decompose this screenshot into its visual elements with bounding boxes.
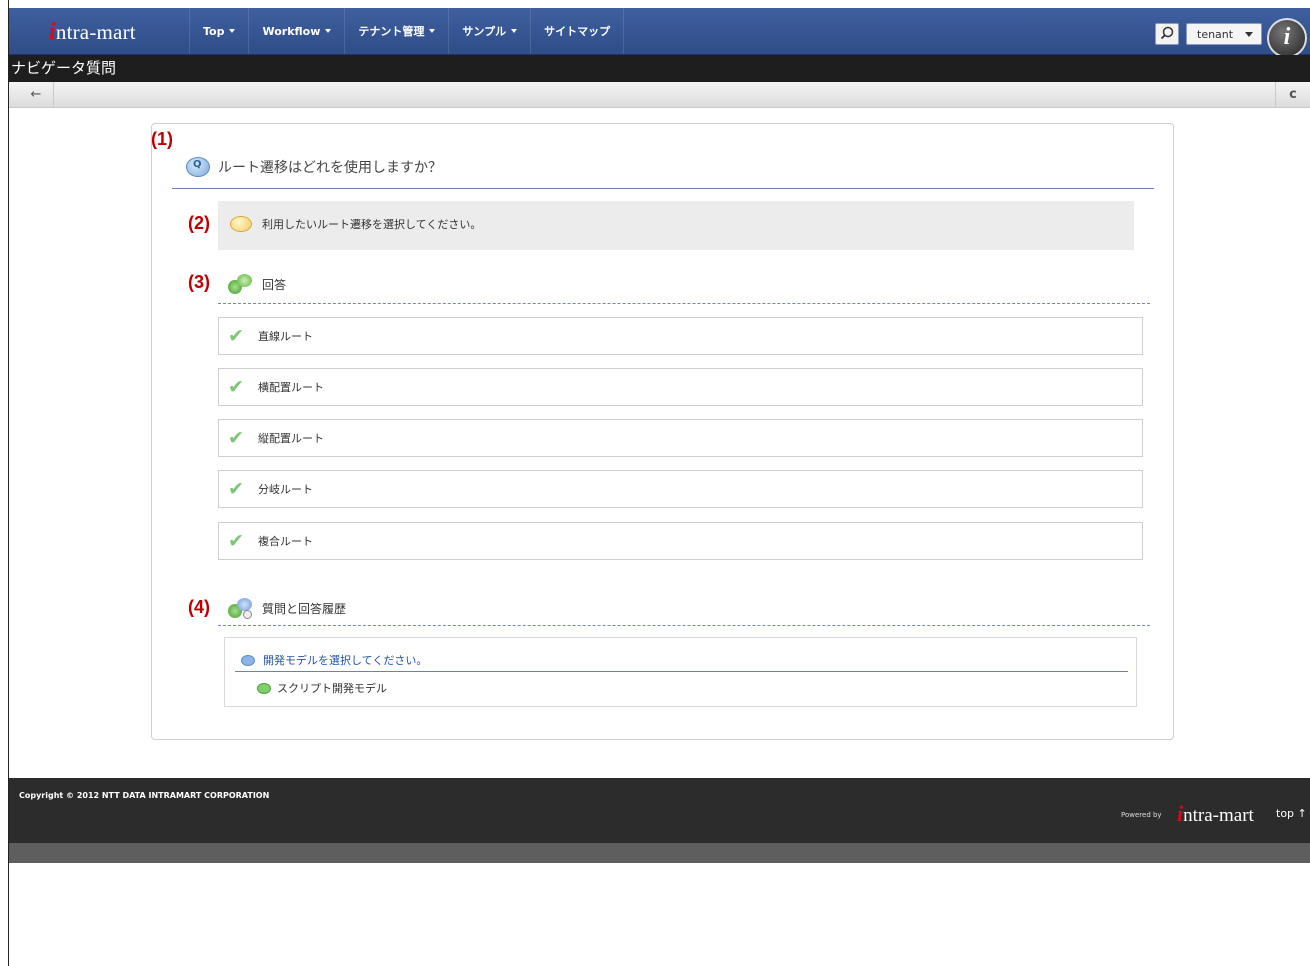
check-icon: ✔ (228, 427, 244, 449)
history-title: 質問と回答履歴 (262, 601, 347, 616)
copyright-text: Copyright © 2012 NTT DATA INTRAMART CORP… (19, 791, 270, 800)
logo-text: ntra-mart (55, 20, 136, 44)
history-question[interactable]: 開発モデルを選択してください。 (241, 652, 427, 668)
page-title-bar: ナビゲータ質問 (9, 55, 1310, 82)
tenant-select[interactable]: tenant (1186, 23, 1262, 45)
menu-tenant-admin[interactable]: テナント管理 (344, 8, 448, 54)
question-bubble-icon (186, 157, 210, 177)
history-question-text: 開発モデルを選択してください。 (263, 654, 428, 667)
top-navbar: intra-mart Top Workflow テナント管理 サンプル サイトマ… (9, 8, 1310, 58)
history-header: 質問と回答履歴 (228, 596, 346, 620)
menu-top[interactable]: Top (189, 8, 248, 54)
annotation-marker-1: (1) (151, 129, 173, 149)
check-icon: ✔ (228, 376, 244, 398)
hint-row: 利用したいルート遷移を選択してください。 (230, 216, 481, 232)
hint-bubble-icon (230, 216, 252, 232)
caret-down-icon (229, 29, 236, 33)
menu-workflow[interactable]: Workflow (248, 8, 344, 54)
answer-option[interactable]: ✔ 横配置ルート (218, 368, 1143, 406)
caret-down-icon (429, 29, 436, 33)
question-divider (172, 188, 1154, 189)
main-menu: Top Workflow テナント管理 サンプル サイトマップ (189, 8, 625, 54)
reload-button[interactable]: c (1275, 82, 1310, 108)
question-mini-icon (241, 654, 255, 666)
subfooter-bar (9, 843, 1310, 863)
menu-tenant-admin-label: テナント管理 (358, 25, 425, 38)
chevron-down-icon (1245, 32, 1253, 37)
check-icon: ✔ (228, 478, 244, 500)
answer-mini-icon (257, 682, 271, 694)
back-button[interactable]: ← (19, 82, 54, 108)
history-box: 開発モデルを選択してください。 スクリプト開発モデル (224, 637, 1137, 707)
menu-sample-label: サンプル (462, 25, 507, 38)
annotation-marker-3: (3) (188, 272, 210, 292)
caret-down-icon (325, 29, 332, 33)
caret-down-icon (511, 29, 518, 33)
history-divider (218, 625, 1150, 626)
answer-option[interactable]: ✔ 直線ルート (218, 317, 1143, 355)
check-icon: ✔ (228, 325, 244, 347)
history-answer-text: スクリプト開発モデル (277, 682, 387, 695)
answer-option[interactable]: ✔ 複合ルート (218, 522, 1143, 560)
menu-sitemap-label: サイトマップ (544, 25, 611, 38)
answers-divider (218, 303, 1150, 304)
footer-logo: intra-mart (1177, 801, 1254, 827)
history-answer: スクリプト開発モデル (257, 680, 387, 696)
answer-label: 縦配置ルート (258, 432, 324, 445)
intra-mart-logo[interactable]: intra-mart (49, 19, 136, 45)
reload-icon: c (1289, 87, 1297, 102)
answer-label: 直線ルート (258, 330, 313, 343)
answer-option[interactable]: ✔ 縦配置ルート (218, 419, 1143, 457)
menu-top-label: Top (203, 24, 225, 38)
footer-logo-text: ntra-mart (1183, 805, 1254, 826)
answer-label: 横配置ルート (258, 381, 324, 394)
search-icon (1160, 26, 1174, 40)
hint-text: 利用したいルート遷移を選択してください。 (262, 218, 482, 231)
answer-option[interactable]: ✔ 分岐ルート (218, 470, 1143, 508)
question-text: ルート遷移はどれを使用しますか？ (218, 160, 442, 176)
back-to-top-link[interactable]: top ↑ (1276, 807, 1307, 820)
powered-by-text: Powered by (1121, 811, 1162, 819)
menu-sitemap[interactable]: サイトマップ (530, 8, 625, 54)
history-inner-divider (235, 671, 1128, 672)
question-row: ルート遷移はどれを使用しますか？ (186, 152, 442, 182)
answer-bubbles-icon (228, 272, 252, 296)
footer: Copyright © 2012 NTT DATA INTRAMART CORP… (9, 778, 1310, 843)
answer-label: 複合ルート (258, 535, 313, 548)
tenant-select-value: tenant (1197, 28, 1234, 41)
answers-title: 回答 (262, 277, 287, 292)
avatar-glyph: i (1283, 24, 1291, 50)
history-bubbles-icon (228, 596, 252, 620)
menu-sample[interactable]: サンプル (448, 8, 530, 54)
logo-i-glyph: i (49, 19, 56, 45)
answer-label: 分岐ルート (258, 483, 313, 496)
page-toolbar: ← c (9, 82, 1310, 108)
answers-header: 回答 (228, 272, 286, 296)
check-icon: ✔ (228, 530, 244, 552)
menu-workflow-label: Workflow (262, 24, 321, 38)
annotation-marker-2: (2) (188, 213, 210, 233)
user-avatar[interactable]: i (1267, 18, 1307, 58)
annotation-marker-4: (4) (188, 597, 210, 617)
back-arrow-icon: ← (30, 87, 42, 102)
search-button[interactable] (1155, 23, 1179, 45)
page-title: ナビゲータ質問 (11, 59, 117, 77)
